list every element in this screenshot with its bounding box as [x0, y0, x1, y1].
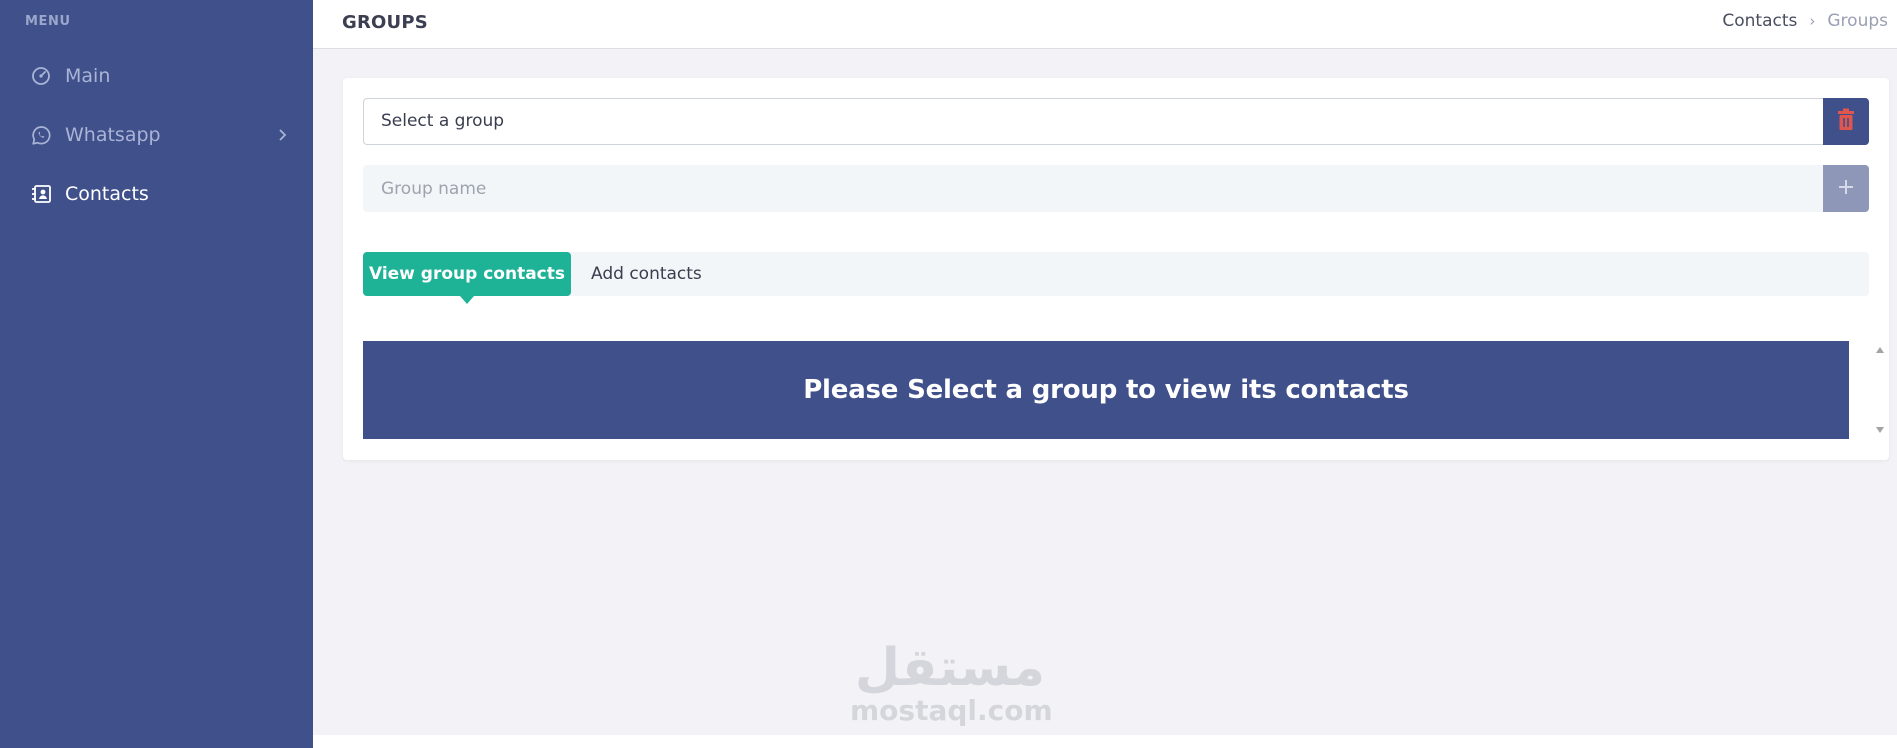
group-select-value: Select a group	[381, 111, 505, 131]
menu-title: MENU	[25, 14, 71, 29]
sidebar-item-label: Contacts	[65, 183, 149, 205]
watermark-arabic: مستقل	[854, 638, 1046, 698]
scroll-up-arrow-icon[interactable]	[1876, 347, 1884, 353]
contacts-book-icon	[30, 183, 52, 205]
sidebar-item-label: Main	[65, 65, 111, 87]
empty-state-banner: Please Select a group to view its contac…	[363, 341, 1849, 439]
plus-icon	[1837, 178, 1855, 200]
watermark-latin: mostaql.com	[850, 694, 1053, 727]
empty-state-message: Please Select a group to view its contac…	[803, 375, 1409, 405]
trash-icon	[1835, 108, 1857, 136]
tab-label: Add contacts	[591, 264, 702, 284]
tabs-bar: View group contacts Add contacts	[363, 252, 1869, 304]
top-bar: GROUPS Contacts › Groups	[313, 0, 1897, 49]
breadcrumb-contacts-link[interactable]: Contacts	[1722, 11, 1797, 31]
sidebar-item-main[interactable]: Main	[30, 56, 293, 96]
sidebar-item-label: Whatsapp	[65, 124, 161, 146]
delete-group-button[interactable]	[1823, 98, 1869, 145]
sidebar: MENU Main Whatsapp Contacts	[0, 0, 313, 748]
sidebar-item-contacts[interactable]: Contacts	[30, 174, 293, 214]
breadcrumb-current: Groups	[1827, 11, 1888, 31]
dashboard-gauge-icon	[30, 65, 52, 87]
add-group-button[interactable]	[1823, 165, 1869, 212]
breadcrumb-separator: ›	[1809, 12, 1816, 30]
sidebar-item-whatsapp[interactable]: Whatsapp	[30, 115, 293, 155]
group-select[interactable]: Select a group	[363, 98, 1867, 145]
chevron-right-icon	[277, 125, 287, 147]
watermark-logo: مستقل mostaql.com	[850, 638, 1053, 727]
page-title: GROUPS	[342, 12, 428, 33]
breadcrumb: Contacts › Groups	[1722, 11, 1888, 31]
whatsapp-icon	[30, 124, 52, 146]
group-name-input[interactable]	[363, 165, 1823, 212]
tab-add-contacts[interactable]: Add contacts	[591, 252, 702, 296]
active-tab-pointer	[460, 296, 474, 304]
groups-card: Select a group View group contacts Add c…	[343, 78, 1889, 460]
tab-view-group-contacts[interactable]: View group contacts	[363, 252, 571, 304]
scroll-down-arrow-icon[interactable]	[1876, 427, 1884, 433]
tab-label: View group contacts	[368, 264, 566, 284]
footer-strip	[313, 735, 1897, 748]
scrollbar[interactable]	[1874, 341, 1886, 439]
